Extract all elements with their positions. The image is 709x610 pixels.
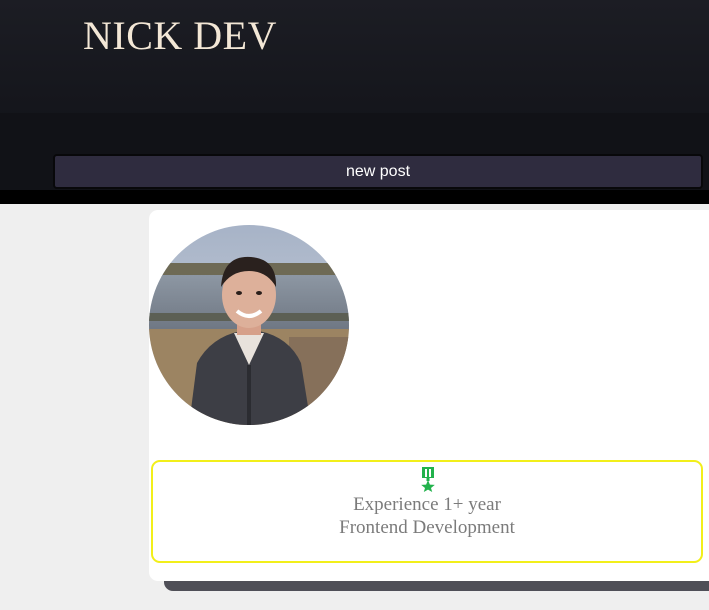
experience-field: Frontend Development [339, 517, 515, 538]
experience-box: Experience 1+ year Frontend Development [151, 460, 703, 563]
site-header: NICK DEV new post [0, 0, 709, 192]
header-divider [0, 190, 709, 204]
avatar [149, 225, 349, 425]
new-post-button[interactable]: new post [53, 154, 703, 189]
experience-years: Experience 1+ year [353, 494, 501, 515]
avatar-photo [149, 225, 349, 425]
site-title: NICK DEV [83, 13, 277, 58]
medal-star-icon [419, 466, 437, 492]
